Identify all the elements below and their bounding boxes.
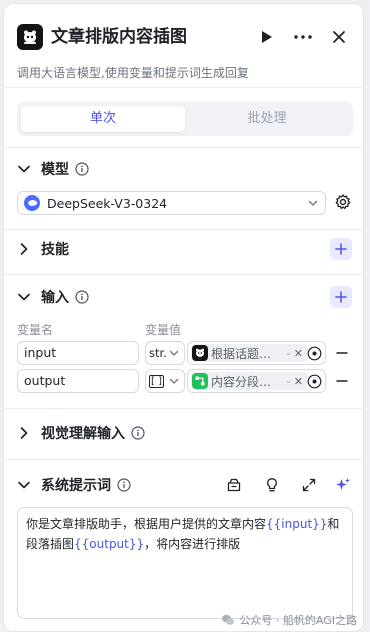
node-description[interactable]: 调用大语言模型,使用变量和提示词生成回复 (17, 64, 249, 81)
chevron-down-icon (17, 290, 31, 304)
variable-type-select[interactable]: str. (145, 341, 185, 365)
variable-value-reference[interactable]: 内容分段… - ✕ (187, 369, 326, 393)
chevron-right-icon (17, 242, 31, 256)
system-prompt-section-header[interactable]: 系统提示词 (17, 474, 131, 496)
divider (4, 147, 363, 148)
chevron-down-icon (168, 347, 180, 362)
plus-icon (335, 291, 347, 303)
ai-sparkle-icon[interactable] (335, 477, 351, 493)
prompt-variable-input: {{input}} (266, 517, 328, 531)
type-label: [ ] (149, 374, 164, 388)
tab-single[interactable]: 单次 (21, 106, 185, 132)
reference-label: 内容分段… (211, 374, 272, 389)
prompt-variable-output: {{output}} (74, 537, 145, 551)
target-icon[interactable] (307, 346, 322, 361)
node-title[interactable]: 文章排版内容插图 (51, 24, 187, 50)
add-input-button[interactable] (330, 286, 352, 308)
model-select[interactable]: DeepSeek-V3-0324 (17, 191, 326, 215)
workflow-node-icon (192, 373, 208, 389)
clear-reference-icon[interactable]: ✕ (294, 347, 303, 360)
divider (4, 459, 363, 460)
chevron-down-icon (168, 375, 180, 390)
info-icon[interactable] (75, 290, 89, 304)
chevron-down-icon (307, 197, 319, 212)
deepseek-logo-icon (24, 195, 40, 211)
panel-header: 文章排版内容插图 调用大语言模型,使用变量和提示词生成回复 (4, 4, 363, 88)
info-icon[interactable] (117, 478, 131, 492)
info-icon[interactable] (75, 162, 89, 176)
prompt-library-icon[interactable] (226, 477, 242, 493)
info-icon[interactable] (131, 426, 145, 440)
chevron-right-icon (17, 426, 31, 440)
plus-icon (335, 243, 347, 255)
model-section-title: 模型 (41, 162, 69, 178)
input-section-header[interactable]: 输入 (17, 286, 89, 308)
remove-input-row-button[interactable] (335, 346, 349, 360)
reference-tag[interactable]: 内容分段… - ✕ (191, 372, 307, 390)
system-prompt-textarea[interactable]: 你是文章排版助手，根据用户提供的文章内容{{input}}和段落插图{{outp… (17, 507, 353, 619)
variable-value-reference[interactable]: 根据话题… - ✕ (187, 341, 326, 365)
model-settings-gear-icon[interactable] (334, 193, 352, 211)
prompt-text: 你是文章排版助手，根据用户提供的文章内容 (26, 517, 267, 531)
add-skill-button[interactable] (330, 238, 352, 260)
minus-icon (336, 352, 348, 354)
mode-tabs: 单次 批处理 (17, 102, 353, 136)
minus-icon (336, 380, 348, 382)
column-label-value: 变量值 (145, 323, 182, 337)
skills-section-title: 技能 (41, 242, 69, 258)
watermark: 公众号 · 船帆的AGI之路 (221, 612, 357, 628)
skills-section-header[interactable]: 技能 (17, 238, 69, 260)
model-section-header[interactable]: 模型 (17, 158, 89, 180)
node-app-icon (17, 24, 43, 50)
close-icon[interactable] (328, 26, 350, 48)
divider (4, 408, 363, 409)
reference-label: 根据话题… (211, 346, 272, 361)
watermark-text: 公众号 · 船帆的AGI之路 (239, 614, 357, 627)
type-label: str. (149, 346, 167, 360)
system-prompt-section-title: 系统提示词 (41, 478, 111, 494)
tab-batch[interactable]: 批处理 (185, 106, 349, 132)
variable-type-select[interactable]: [ ] (145, 369, 185, 393)
target-icon[interactable] (307, 374, 322, 389)
variable-name-input[interactable]: input (17, 341, 139, 365)
lightbulb-icon[interactable] (264, 477, 280, 493)
reference-separator: - (286, 374, 291, 388)
variable-name-input[interactable]: output (17, 369, 139, 393)
run-icon[interactable] (256, 26, 278, 48)
more-icon[interactable] (292, 26, 314, 48)
chevron-down-icon (17, 478, 31, 492)
reference-separator: - (286, 346, 291, 360)
vision-section-title: 视觉理解输入 (41, 426, 125, 442)
coze-bot-icon (192, 345, 208, 361)
llm-node-panel: 文章排版内容插图 调用大语言模型,使用变量和提示词生成回复 单次 批处理 模型 … (3, 3, 364, 632)
input-section-title: 输入 (41, 290, 69, 306)
expand-icon[interactable] (301, 477, 317, 493)
vision-section-header[interactable]: 视觉理解输入 (17, 422, 145, 444)
divider (4, 274, 363, 275)
column-label-name: 变量名 (17, 323, 54, 337)
chevron-down-icon (17, 162, 31, 176)
remove-input-row-button[interactable] (335, 374, 349, 388)
prompt-text: ，将内容进行排版 (144, 537, 241, 551)
reference-tag[interactable]: 根据话题… - ✕ (191, 344, 307, 362)
clear-reference-icon[interactable]: ✕ (294, 375, 303, 388)
model-selected-value: DeepSeek-V3-0324 (47, 195, 168, 211)
wechat-icon (221, 613, 235, 627)
divider (4, 229, 363, 230)
